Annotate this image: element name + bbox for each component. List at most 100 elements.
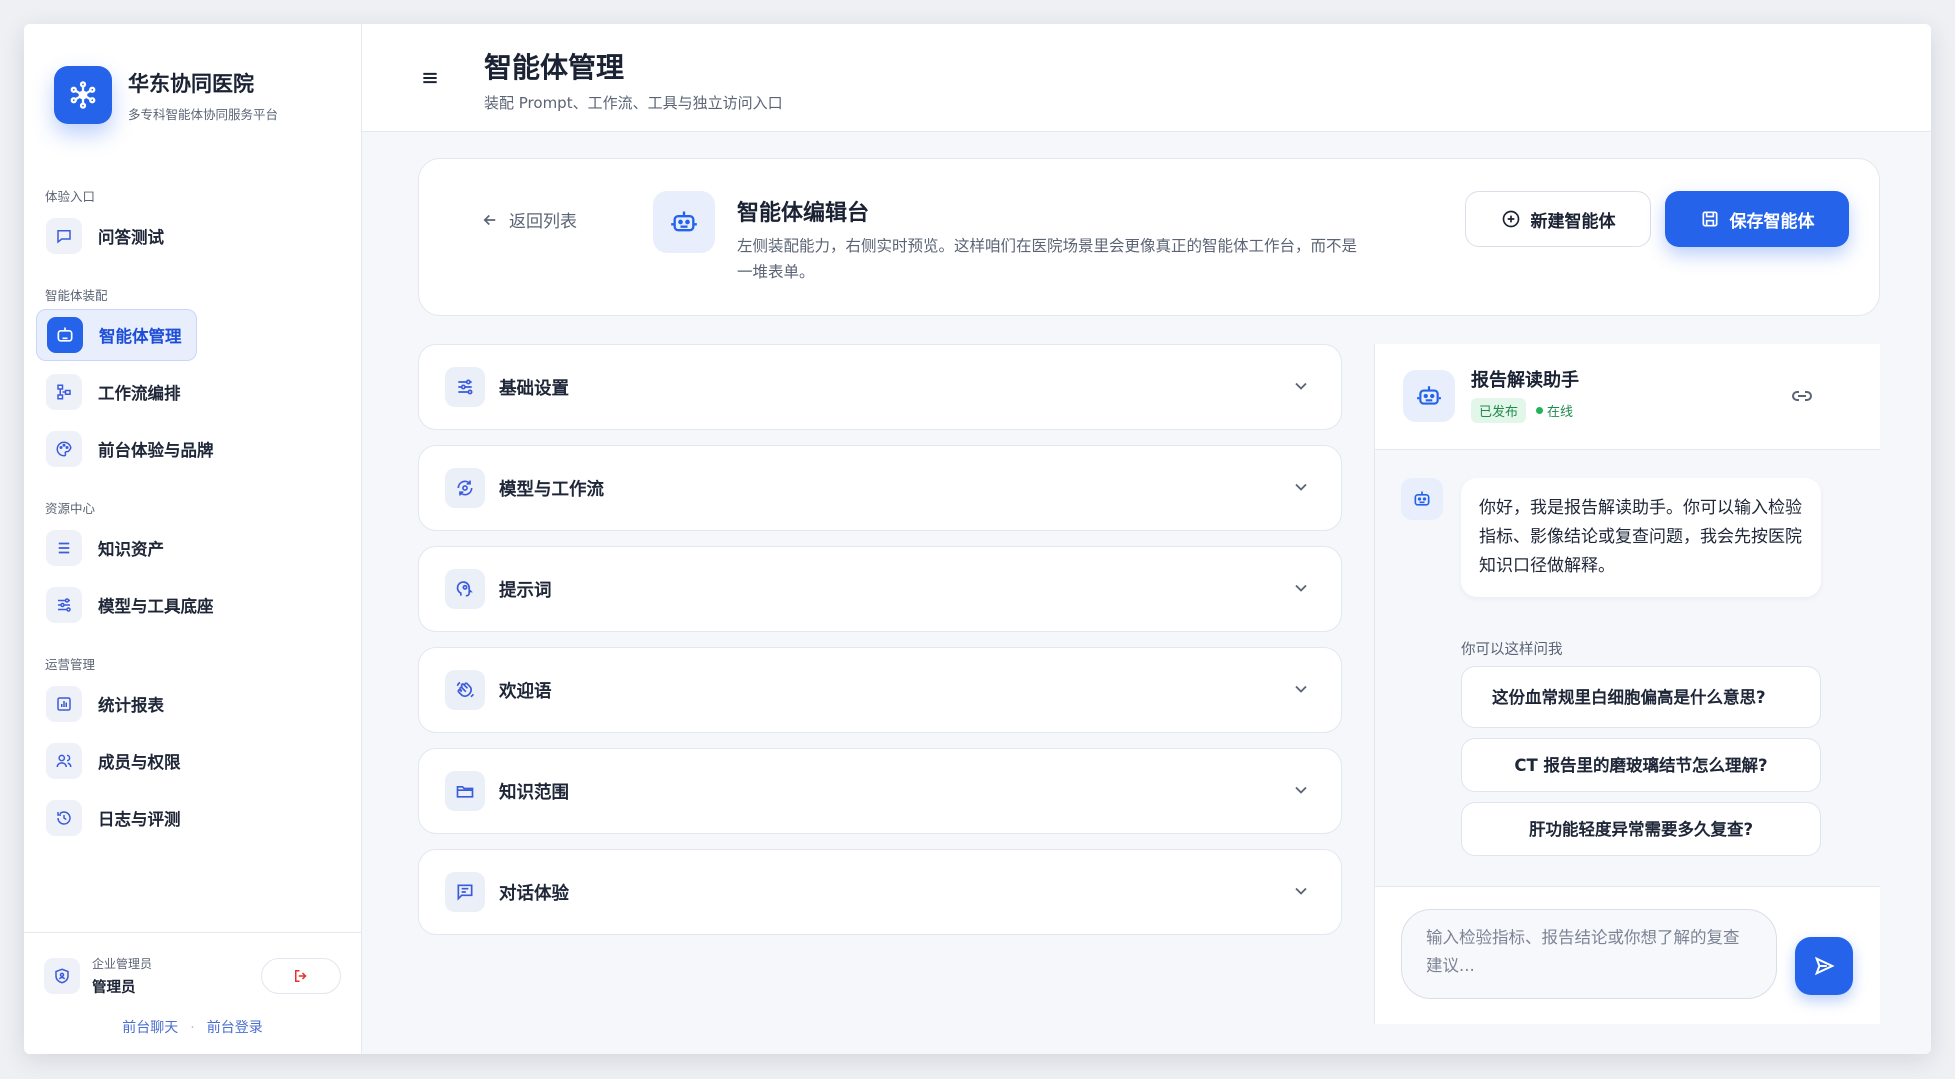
section-label: 知识范围 [499,782,569,803]
online-dot-icon [1536,407,1544,414]
sidebar-item-members[interactable]: 成员与权限 [36,735,195,787]
suggestion-chip[interactable]: CT 报告里的磨玻璃结节怎么理解? [1461,738,1821,792]
sidebar-item-label: 前台体验与品牌 [98,441,214,460]
send-icon [1814,956,1835,976]
main-content: 智能体管理 装配 Prompt、工作流、工具与独立访问入口 返回列表 智能体编辑… [362,24,1931,1054]
chat-icon [46,218,82,254]
sidebar-item-label: 模型与工具底座 [98,597,214,616]
sidebar-item-frontend-brand[interactable]: 前台体验与品牌 [36,423,228,475]
section-label: 欢迎语 [499,681,552,702]
published-badge: 已发布 [1471,398,1527,423]
hamburger-icon [423,72,437,84]
chevron-down-icon [1295,584,1307,592]
brand-name: 华东协同医院 [128,71,254,96]
new-agent-label: 新建智能体 [1530,211,1616,232]
user-role: 企业管理员 [92,957,153,971]
suggestion-chip[interactable]: 这份血常规里白细胞偏高是什么意思? [1461,666,1821,728]
sidebar-item-model-tools[interactable]: 模型与工具底座 [36,579,228,631]
section-conversation[interactable]: 对话体验 [418,849,1342,935]
save-agent-button[interactable]: 保存智能体 [1665,191,1849,247]
sidebar-item-knowledge[interactable]: 知识资产 [36,522,178,574]
brand: 华东协同医院 多专科智能体协同服务平台 [54,66,278,124]
preview-input-area: 输入检验指标、报告结论或你想了解的复查建议... [1375,886,1880,1024]
robot-icon [1403,370,1455,422]
user-name: 管理员 [92,980,136,996]
logout-button[interactable] [261,958,341,994]
section-knowledge-scope[interactable]: 知识范围 [418,748,1342,834]
top-bar: 智能体管理 装配 Prompt、工作流、工具与独立访问入口 [362,24,1931,132]
sidebar-item-label: 统计报表 [98,696,164,715]
back-label: 返回列表 [509,212,577,232]
link-icon [1792,391,1812,401]
sidebar-item-label: 知识资产 [98,540,164,559]
online-label: 在线 [1547,405,1574,420]
section-label: 模型与工作流 [499,479,604,500]
chat-input[interactable]: 输入检验指标、报告结论或你想了解的复查建议... [1401,909,1777,999]
chart-icon [46,686,82,722]
nav-section-title: 智能体装配 [45,288,108,303]
shield-user-icon [44,958,80,994]
sidebar-item-label: 工作流编排 [98,384,181,403]
robot-icon [653,191,715,253]
section-model-workflow[interactable]: 模型与工作流 [418,445,1342,531]
logout-icon [295,970,307,982]
preview-header: 报告解读助手 已发布 在线 [1375,344,1880,450]
nav-section-title: 资源中心 [45,501,96,516]
wave-hand-icon [445,670,485,710]
users-icon [46,743,82,779]
prompt-head-icon [445,569,485,609]
history-icon [46,800,82,836]
user-info: 企业管理员 管理员 [44,955,152,997]
online-status: 在线 [1536,401,1573,420]
back-to-list-link[interactable]: 返回列表 [481,207,577,232]
bot-avatar-icon [1401,478,1443,520]
sidebar-item-statistics[interactable]: 统计报表 [36,678,178,730]
sidebar: 华东协同医院 多专科智能体协同服务平台 体验入口 问答测试 智能体装配 智能体管… [24,24,362,1054]
chevron-down-icon [1295,786,1307,794]
preview-chat-body: 你好，我是报告解读助手。你可以输入检验指标、影像结论或复查问题，我会先按医院知识… [1375,450,1880,886]
app-window: 华东协同医院 多专科智能体协同服务平台 体验入口 问答测试 智能体装配 智能体管… [24,24,1931,1054]
sliders-icon [445,367,485,407]
sidebar-item-label: 成员与权限 [98,753,181,772]
preview-agent-name: 报告解读助手 [1471,370,1579,391]
sidebar-item-workflow[interactable]: 工作流编排 [36,366,195,418]
section-prompt[interactable]: 提示词 [418,546,1342,632]
editor-description: 左侧装配能力，右侧实时预览。这样咱们在医院场景里会更像真正的智能体工作台，而不是… [737,237,1358,281]
folder-icon [445,771,485,811]
list-icon [46,530,82,566]
message-icon [445,872,485,912]
chevron-down-icon [1295,685,1307,693]
editor-title: 智能体编辑台 [737,201,870,226]
suggestion-chip[interactable]: 肝功能轻度异常需要多久复查? [1461,802,1821,856]
nav-section-title: 体验入口 [45,189,96,204]
copy-link-button[interactable] [1790,384,1814,412]
link-front-chat[interactable]: 前台聊天 [122,1020,178,1036]
brand-subtitle: 多专科智能体协同服务平台 [128,106,279,122]
save-icon [1702,211,1717,227]
robot-icon [47,317,83,353]
sidebar-item-label: 日志与评测 [98,810,181,829]
arrow-left-icon [483,214,496,225]
menu-toggle-button[interactable] [412,60,448,96]
save-agent-label: 保存智能体 [1729,211,1815,232]
preview-status: 已发布 在线 [1471,398,1573,423]
link-front-login[interactable]: 前台登录 [207,1020,263,1036]
workflow-icon [46,374,82,410]
section-welcome[interactable]: 欢迎语 [418,647,1342,733]
chevron-down-icon [1295,887,1307,895]
sidebar-item-logs[interactable]: 日志与评测 [36,792,195,844]
nav-section-title: 运营管理 [45,657,96,672]
send-button[interactable] [1795,937,1853,995]
model-cycle-icon [445,468,485,508]
section-label: 提示词 [499,580,552,601]
section-basic-settings[interactable]: 基础设置 [418,344,1342,430]
sidebar-item-agent-management[interactable]: 智能体管理 [36,309,197,361]
palette-icon [46,431,82,467]
sidebar-item-qa-test[interactable]: 问答测试 [36,210,178,262]
plus-circle-icon [1502,210,1519,228]
suggestion-title: 你可以这样问我 [1461,642,1563,658]
footer-links: 前台聊天 · 前台登录 [24,1017,361,1037]
sliders-icon [46,587,82,623]
sidebar-item-label: 问答测试 [98,228,164,247]
new-agent-button[interactable]: 新建智能体 [1465,191,1651,247]
